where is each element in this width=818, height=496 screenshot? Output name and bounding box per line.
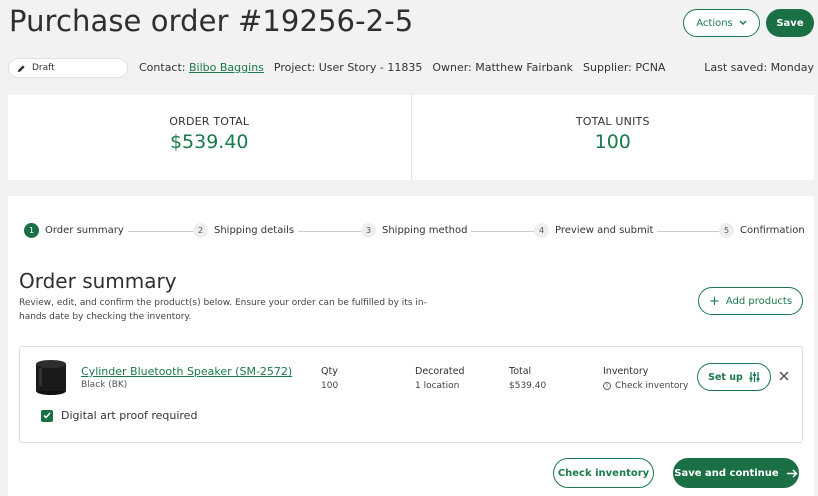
contact: Contact: Bilbo Baggins [139, 61, 264, 74]
product-card: Cylinder Bluetooth Speaker (SM-2572) Bla… [19, 346, 803, 443]
step-label: Shipping details [214, 225, 295, 236]
meta-bar: Draft Contact: Bilbo Baggins Project: Us… [0, 58, 818, 78]
checkmark-icon [43, 412, 51, 419]
qty-label: Qty [321, 366, 338, 377]
step-number: 5 [719, 223, 734, 238]
product-name-link[interactable]: Cylinder Bluetooth Speaker (SM-2572) [81, 365, 292, 378]
step-shipping-method[interactable]: 3 Shipping method [361, 223, 472, 238]
close-icon [779, 371, 789, 381]
step-shipping-details[interactable]: 2 Shipping details [193, 223, 299, 238]
art-proof-checkbox-row[interactable]: Digital art proof required [41, 409, 197, 422]
supplier: Supplier: PCNA [583, 61, 666, 74]
contact-link[interactable]: Bilbo Baggins [189, 61, 264, 74]
section-title: Order summary [19, 269, 177, 293]
decorated-column: Decorated 1 location [415, 365, 465, 393]
contact-label: Contact: [139, 61, 186, 74]
art-proof-label: Digital art proof required [61, 409, 198, 422]
step-number: 4 [534, 223, 549, 238]
save-and-continue-button[interactable]: Save and continue [673, 458, 799, 488]
owner: Owner: Matthew Fairbank [432, 61, 574, 74]
step-order-summary[interactable]: 1 Order summary [24, 223, 128, 238]
order-total-value: $539.40 [169, 131, 249, 153]
decorated-value: 1 location [415, 381, 460, 391]
last-saved: Last saved: Monday [704, 61, 814, 74]
step-preview-submit[interactable]: 4 Preview and submit [534, 223, 658, 238]
total-value: $539.40 [509, 381, 547, 391]
order-total-stat: ORDER TOTAL $539.40 [8, 95, 411, 180]
check-inventory-link[interactable]: i Check inventory [603, 379, 688, 393]
save-button[interactable]: Save [766, 9, 814, 37]
stats-panel: ORDER TOTAL $539.40 TOTAL UNITS 100 [8, 95, 814, 180]
setup-button[interactable]: Set up [697, 363, 771, 391]
actions-button[interactable]: Actions [683, 9, 760, 37]
total-column: Total $539.40 [509, 365, 546, 393]
step-confirmation[interactable]: 5 Confirmation [719, 223, 809, 238]
section-description: Review, edit, and confirm the product(s)… [19, 298, 427, 322]
actions-label: Actions [696, 17, 733, 29]
setup-label: Set up [708, 371, 743, 383]
stepper: 1 Order summary 2 Shipping details 3 Shi… [24, 223, 809, 239]
inventory-column: Inventory i Check inventory [603, 365, 688, 393]
step-label: Order summary [45, 225, 124, 236]
order-total-label: ORDER TOTAL [169, 115, 250, 128]
total-units-stat: TOTAL UNITS 100 [410, 95, 815, 180]
decorated-label: Decorated [415, 366, 465, 377]
check-inventory-button[interactable]: Check inventory [553, 458, 654, 488]
order-panel: 1 Order summary 2 Shipping details 3 Shi… [8, 196, 814, 496]
project: Project: User Story - 11835 [273, 61, 423, 74]
add-products-label: Add products [725, 295, 793, 307]
qty-value: 100 [321, 381, 339, 391]
arrow-right-icon [786, 468, 798, 478]
pencil-icon [17, 64, 25, 72]
chevron-down-icon [739, 20, 747, 25]
sliders-icon [749, 372, 760, 382]
qty-column: Qty 100 [321, 365, 338, 393]
status-badge[interactable]: Draft [8, 58, 128, 78]
add-products-button[interactable]: + Add products [698, 287, 803, 315]
inventory-label: Inventory [603, 366, 649, 377]
art-proof-checkbox[interactable] [41, 409, 53, 422]
step-number: 1 [24, 223, 39, 238]
step-label: Preview and submit [555, 225, 654, 236]
step-connector [654, 231, 722, 232]
page-title: Purchase order #19256-2-5 [9, 4, 414, 38]
step-label: Shipping method [382, 225, 468, 236]
inventory-value: Check inventory [615, 381, 689, 391]
remove-product-button[interactable] [777, 366, 791, 386]
step-label: Confirmation [740, 225, 805, 236]
step-connector [124, 231, 204, 232]
total-units-label: TOTAL UNITS [575, 115, 650, 128]
step-number: 3 [361, 223, 376, 238]
product-image [36, 360, 66, 395]
total-label: Total [509, 366, 532, 377]
plus-icon: + [708, 293, 720, 309]
step-connector [468, 231, 540, 232]
step-number: 2 [193, 223, 208, 238]
status-label: Draft [32, 63, 55, 73]
total-units-value: 100 [594, 131, 631, 153]
info-icon: i [603, 382, 611, 390]
product-variant: Black (BK) [81, 380, 128, 390]
save-and-continue-label: Save and continue [674, 467, 779, 479]
